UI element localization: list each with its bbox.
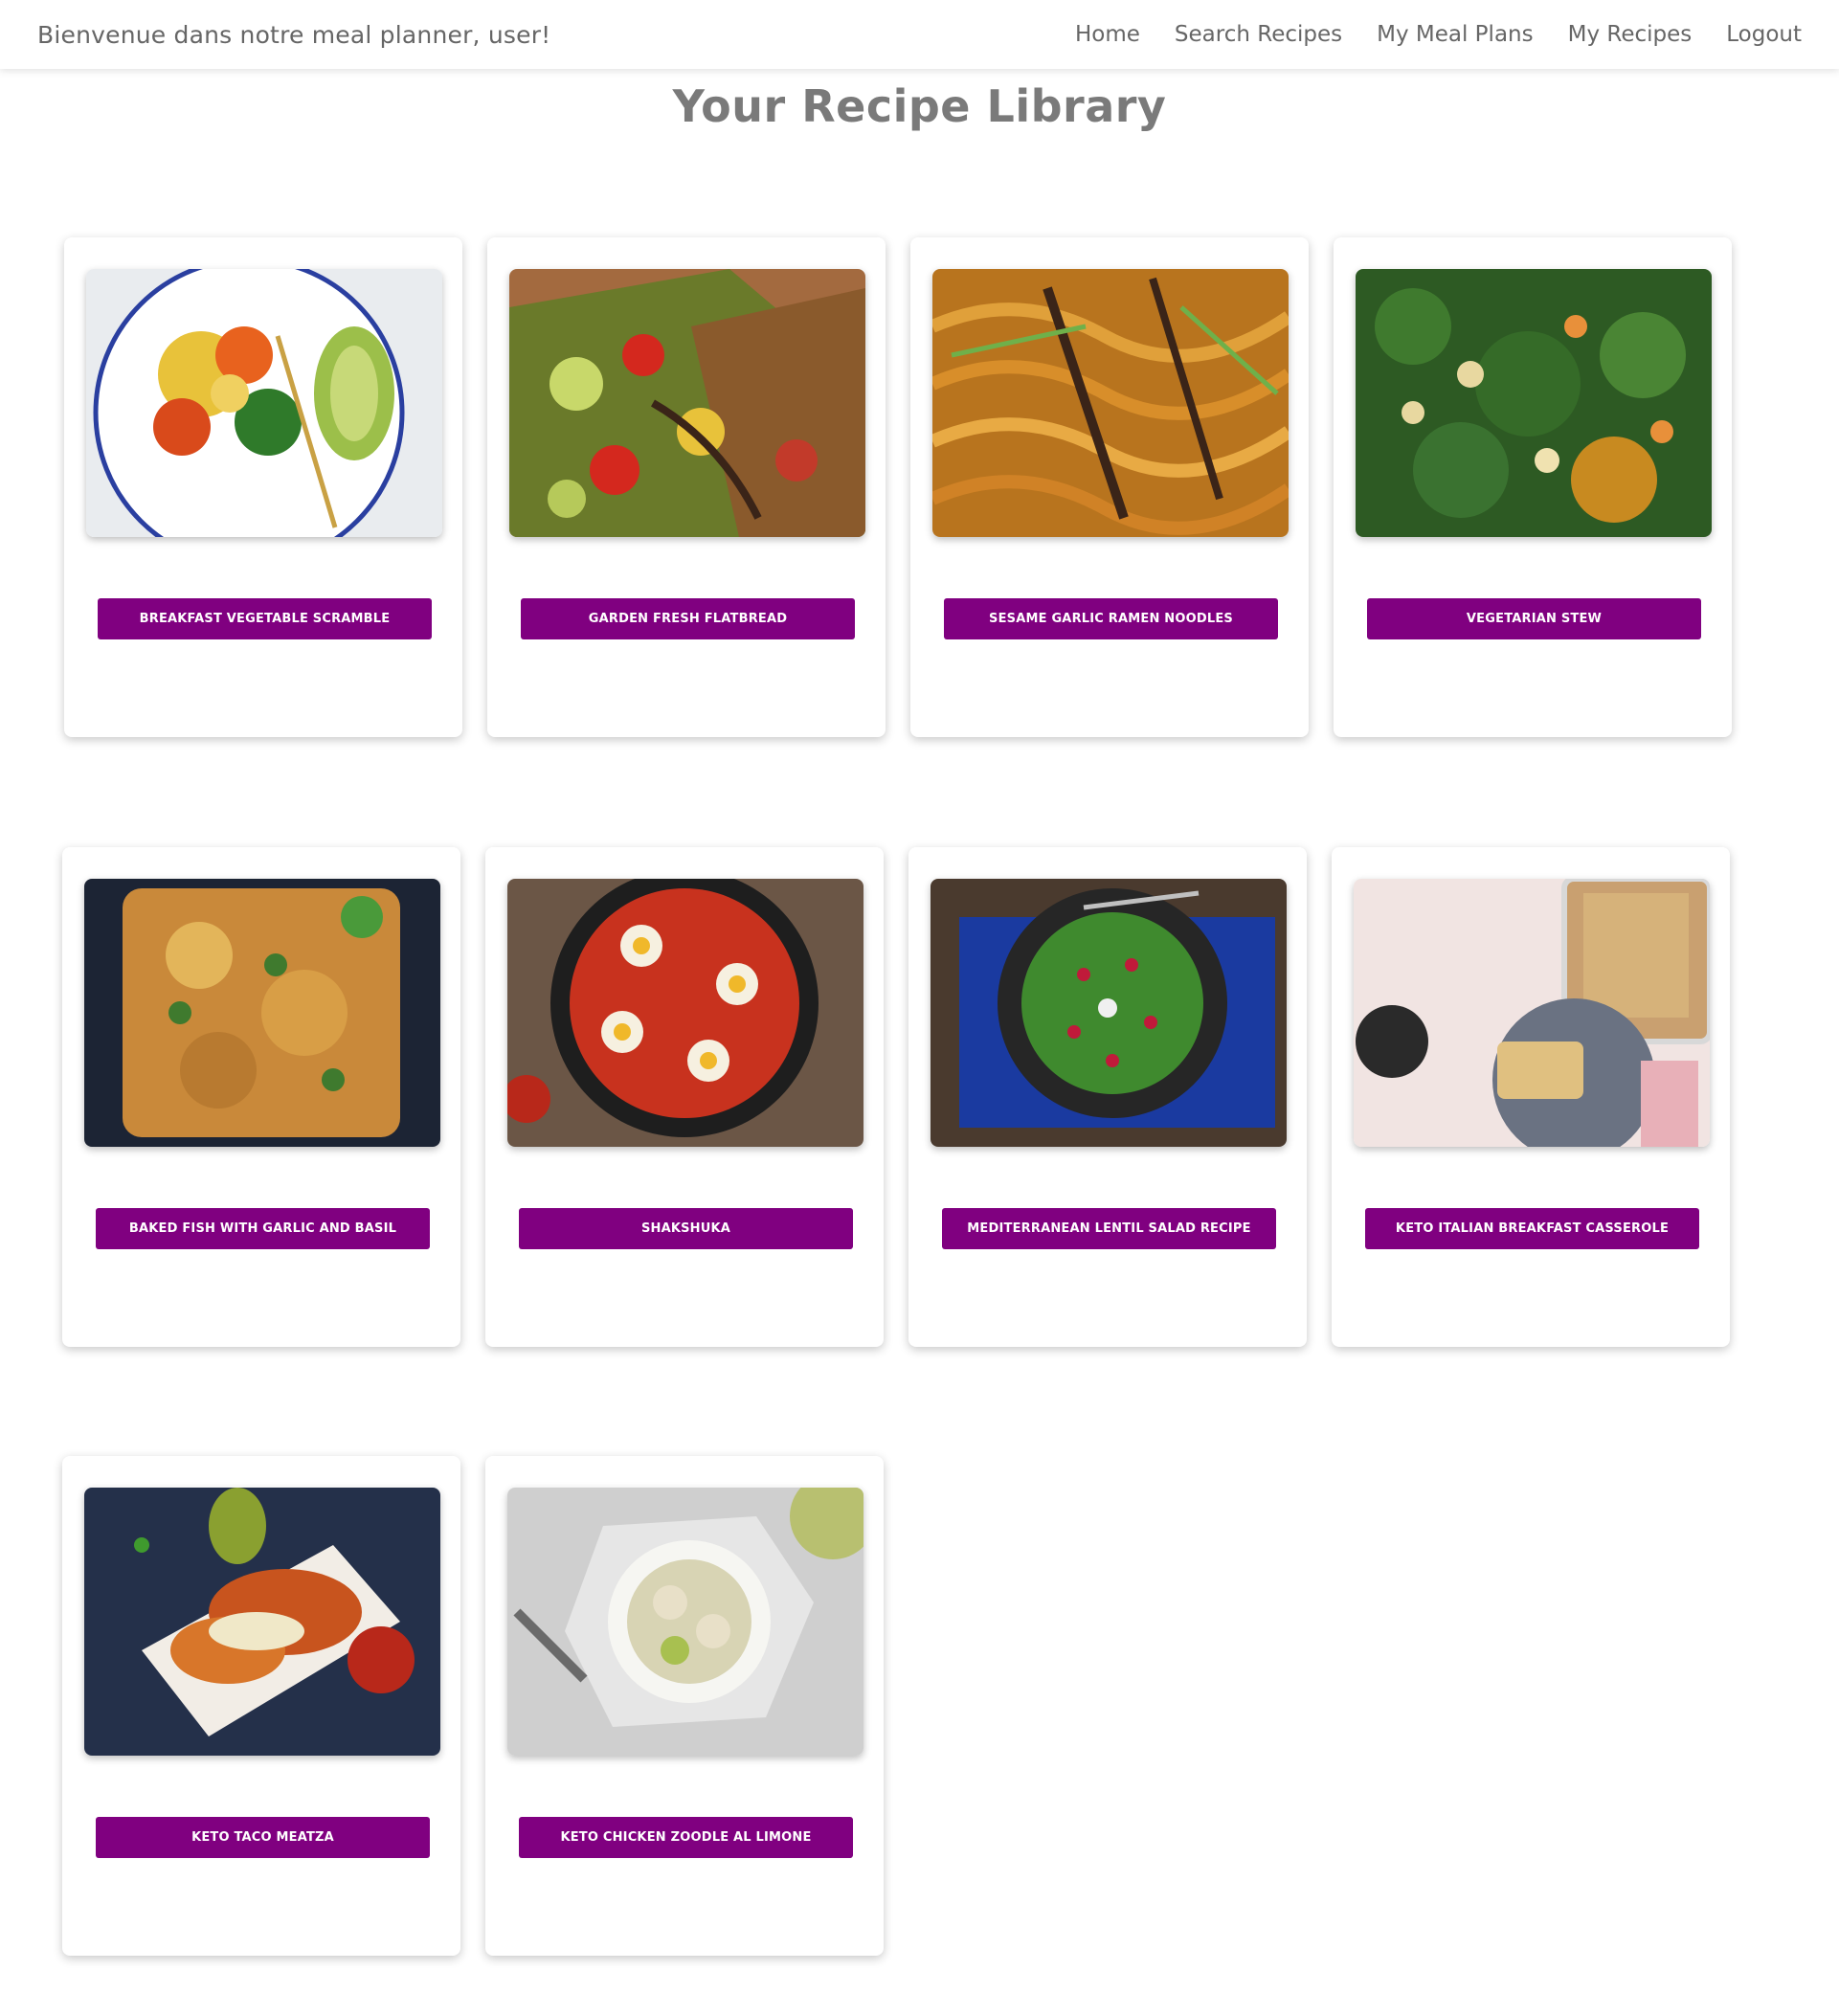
- recipe-card: SHAKSHUKA: [485, 847, 884, 1347]
- recipe-card: BAKED FISH WITH GARLIC AND BASIL: [62, 847, 460, 1347]
- recipe-button[interactable]: VEGETARIAN STEW: [1367, 598, 1701, 639]
- recipe-image[interactable]: [1356, 269, 1712, 537]
- nav-link-my-meal-plans[interactable]: My Meal Plans: [1377, 22, 1533, 47]
- recipe-image[interactable]: [84, 879, 440, 1147]
- nav-link-logout[interactable]: Logout: [1726, 22, 1802, 47]
- recipe-card: KETO TACO MEATZA: [62, 1456, 460, 1956]
- recipe-button[interactable]: SESAME GARLIC RAMEN NOODLES: [944, 598, 1278, 639]
- recipe-image[interactable]: [507, 879, 863, 1147]
- nav-link-my-recipes[interactable]: My Recipes: [1568, 22, 1693, 47]
- recipe-image[interactable]: [509, 269, 865, 537]
- recipe-button[interactable]: KETO ITALIAN BREAKFAST CASSEROLE: [1365, 1208, 1699, 1249]
- recipe-card: KETO CHICKEN ZOODLE AL LIMONE: [485, 1456, 884, 1956]
- recipe-button[interactable]: SHAKSHUKA: [519, 1208, 853, 1249]
- recipe-image[interactable]: [932, 269, 1289, 537]
- recipe-button[interactable]: KETO CHICKEN ZOODLE AL LIMONE: [519, 1817, 853, 1858]
- nav-link-home[interactable]: Home: [1075, 22, 1140, 47]
- recipe-button[interactable]: MEDITERRANEAN LENTIL SALAD RECIPE: [942, 1208, 1276, 1249]
- recipe-card: GARDEN FRESH FLATBREAD: [487, 237, 886, 737]
- page-title: Your Recipe Library: [672, 80, 1167, 132]
- recipe-image[interactable]: [84, 1488, 440, 1756]
- recipe-card: KETO ITALIAN BREAKFAST CASSEROLE: [1332, 847, 1730, 1347]
- recipe-card: BREAKFAST VEGETABLE SCRAMBLE: [64, 237, 462, 737]
- recipe-image[interactable]: [86, 269, 442, 537]
- recipe-button[interactable]: GARDEN FRESH FLATBREAD: [521, 598, 855, 639]
- recipe-button[interactable]: BAKED FISH WITH GARLIC AND BASIL: [96, 1208, 430, 1249]
- recipe-image[interactable]: [931, 879, 1287, 1147]
- navbar: Bienvenue dans notre meal planner, user!…: [0, 0, 1839, 69]
- nav-links: Home Search Recipes My Meal Plans My Rec…: [1075, 22, 1802, 47]
- recipe-image[interactable]: [1354, 879, 1710, 1147]
- recipe-button[interactable]: BREAKFAST VEGETABLE SCRAMBLE: [98, 598, 432, 639]
- welcome-brand: Bienvenue dans notre meal planner, user!: [37, 20, 551, 49]
- recipe-card: VEGETARIAN STEW: [1334, 237, 1732, 737]
- recipe-image[interactable]: [507, 1488, 863, 1756]
- recipe-card: MEDITERRANEAN LENTIL SALAD RECIPE: [908, 847, 1307, 1347]
- recipe-card: SESAME GARLIC RAMEN NOODLES: [910, 237, 1309, 737]
- recipe-button[interactable]: KETO TACO MEATZA: [96, 1817, 430, 1858]
- nav-link-search-recipes[interactable]: Search Recipes: [1175, 22, 1342, 47]
